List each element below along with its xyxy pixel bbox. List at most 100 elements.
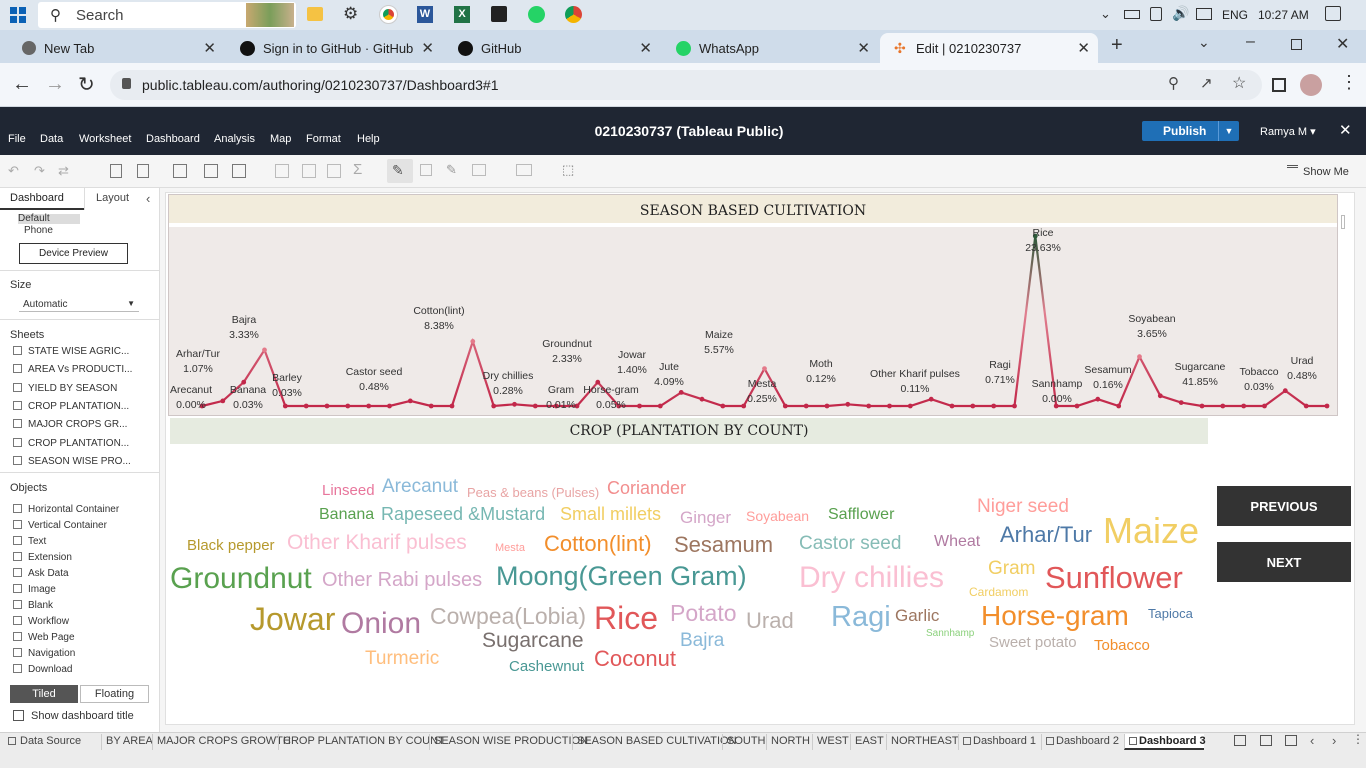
line-point[interactable]	[282, 403, 288, 409]
sheet-tab[interactable]: BY AREA	[101, 734, 153, 750]
redo-icon[interactable]: ↷	[34, 163, 45, 179]
tab-github[interactable]: GitHub ✕	[444, 33, 660, 63]
device-phone[interactable]: Phone	[24, 225, 53, 236]
windows-start-icon[interactable]	[10, 7, 26, 23]
word-other-rabi-pulses[interactable]: Other Rabi pulses	[322, 570, 482, 590]
sheet-tab[interactable]: NORTH	[766, 734, 810, 750]
line-point[interactable]	[1241, 403, 1247, 409]
line-point[interactable]	[970, 403, 976, 409]
word-other-kharif-pulses[interactable]: Other Kharif pulses	[287, 532, 467, 553]
line-point[interactable]	[512, 401, 517, 407]
sheet-tab[interactable]: Dashboard 2	[1041, 734, 1119, 750]
word-coconut[interactable]: Coconut	[594, 648, 676, 670]
word-potato[interactable]: Potato	[670, 602, 737, 625]
avatar[interactable]	[1300, 74, 1322, 96]
word-castor-seed[interactable]: Castor seed	[799, 534, 901, 553]
word-sesamum[interactable]: Sesamum	[674, 534, 773, 556]
sheet-item[interactable]: MAJOR CROPS GR...	[13, 419, 127, 430]
word-gram[interactable]: Gram	[988, 559, 1036, 578]
word-sannhamp[interactable]: Sannhamp	[926, 629, 974, 639]
line-point[interactable]	[866, 403, 872, 409]
line-point[interactable]	[1324, 403, 1330, 409]
line-point[interactable]	[803, 403, 809, 409]
presentation-icon[interactable]: ⬚	[562, 162, 574, 178]
settings-icon[interactable]: ⚙	[343, 4, 358, 24]
store-icon[interactable]	[491, 6, 507, 22]
object-item[interactable]: Download	[13, 664, 72, 675]
object-item[interactable]: Blank	[13, 600, 53, 611]
network-icon[interactable]	[1150, 7, 1162, 21]
object-item[interactable]: Image	[13, 584, 56, 595]
line-point[interactable]	[324, 403, 330, 409]
tab-search-chevron-icon[interactable]: ⌄	[1198, 34, 1210, 51]
fit-icon[interactable]	[472, 164, 486, 176]
word-banana[interactable]: Banana	[319, 507, 374, 523]
word-turmeric[interactable]: Turmeric	[365, 649, 439, 668]
word-icon[interactable]: W	[417, 6, 433, 23]
line-point[interactable]	[1262, 403, 1267, 409]
object-item[interactable]: Ask Data	[13, 568, 69, 579]
word-sunflower[interactable]: Sunflower	[1045, 562, 1183, 593]
word-arhar-tur[interactable]: Arhar/Tur	[1000, 524, 1092, 546]
new-data-source-icon[interactable]	[110, 164, 122, 178]
word-cashewnut[interactable]: Cashewnut	[509, 659, 584, 674]
line-point[interactable]	[949, 403, 955, 409]
word-linseed[interactable]: Linseed	[322, 483, 375, 498]
object-item[interactable]: Web Page	[13, 632, 75, 643]
sort-asc-icon[interactable]	[302, 164, 316, 178]
undo-icon[interactable]: ↶	[8, 163, 19, 179]
volume-icon[interactable]: 🔊	[1172, 5, 1189, 22]
show-me-button[interactable]: Show Me	[1287, 165, 1349, 178]
whatsapp-icon[interactable]	[528, 6, 545, 23]
scroll-right-icon[interactable]: ›	[1332, 733, 1336, 748]
word-dry-chillies[interactable]: Dry chillies	[799, 563, 944, 593]
word-rapeseed-mustard[interactable]: Rapeseed &Mustard	[381, 505, 545, 523]
line-point[interactable]	[1282, 388, 1288, 394]
file-explorer-icon[interactable]	[307, 7, 323, 21]
line-point[interactable]	[449, 403, 455, 409]
show-title-checkbox[interactable]	[13, 710, 24, 721]
object-item[interactable]: Vertical Container	[13, 520, 107, 531]
sidebar-icon[interactable]	[1272, 78, 1286, 92]
line-point[interactable]	[532, 403, 538, 409]
line-point[interactable]	[262, 347, 267, 353]
publish-button[interactable]: Publish ▼	[1142, 121, 1239, 141]
line-point[interactable]	[1095, 396, 1101, 402]
line-point[interactable]	[1178, 400, 1184, 405]
taskbar-search-box[interactable]: ⚲ Search	[38, 2, 296, 28]
show-cards-icon[interactable]	[516, 164, 532, 176]
tab-tableau-edit[interactable]: ✣ Edit | 0210230737 ✕	[880, 33, 1098, 63]
line-point[interactable]	[1012, 403, 1017, 409]
word-soyabean[interactable]: Soyabean	[746, 509, 809, 523]
line-point[interactable]	[928, 396, 934, 402]
word-horse-gram[interactable]: Horse-gram	[981, 602, 1129, 630]
tab-layout[interactable]: Layout	[84, 188, 144, 210]
line-point[interactable]	[824, 403, 830, 409]
new-worksheet-icon[interactable]	[173, 164, 187, 178]
word-cardamom[interactable]: Cardamom	[969, 586, 1028, 598]
pause-updates-icon[interactable]	[137, 164, 149, 178]
tray-chevron-icon[interactable]: ⌄	[1100, 6, 1111, 22]
close-icon[interactable]: ✕	[639, 39, 652, 57]
totals-icon[interactable]: Σ	[353, 161, 362, 178]
line-point[interactable]	[762, 366, 767, 371]
device-default[interactable]: Default	[18, 214, 80, 224]
word-moong-green-gram[interactable]: Moong(Green Gram)	[496, 563, 747, 590]
sheet-tab[interactable]: Data Source	[8, 734, 98, 750]
sheet-tab[interactable]: WEST	[812, 734, 849, 750]
line-point[interactable]	[991, 403, 997, 409]
line-point[interactable]	[845, 401, 851, 407]
back-icon[interactable]: ←	[12, 73, 32, 96]
close-editor-icon[interactable]: ✕	[1339, 121, 1352, 139]
word-maize[interactable]: Maize	[1103, 513, 1199, 549]
bookmark-star-icon[interactable]: ☆	[1232, 73, 1246, 93]
battery-icon[interactable]	[1124, 10, 1140, 19]
notification-icon[interactable]	[1325, 6, 1341, 21]
size-select[interactable]: Automatic ▼	[19, 298, 139, 312]
chrome-profile-icon[interactable]	[565, 6, 582, 23]
format-icon[interactable]: ✎	[446, 162, 457, 178]
word-ginger[interactable]: Ginger	[680, 509, 731, 526]
word-small-millets[interactable]: Small millets	[560, 505, 661, 523]
word-sugarcane[interactable]: Sugarcane	[482, 630, 584, 651]
line-point[interactable]	[1220, 403, 1226, 409]
